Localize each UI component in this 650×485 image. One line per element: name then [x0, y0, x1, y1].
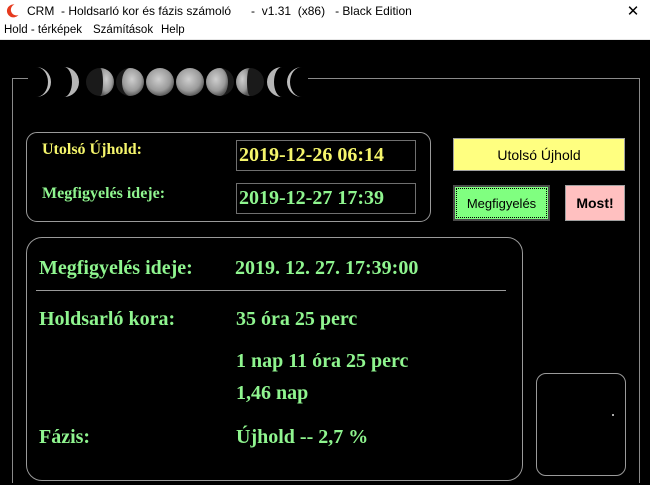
moon-phase-5: [146, 68, 174, 96]
title-bar: CRM - Holdsarló kor és fázis számoló - v…: [0, 0, 650, 22]
crescent-age-days-hours: 1 nap 11 óra 25 perc: [236, 350, 409, 372]
crescent-moon-icon: [6, 4, 19, 18]
crescent-age-label: Holdsarló kora:: [39, 308, 176, 330]
moon-phase-6: [176, 68, 204, 96]
outer-frame-edge: [639, 78, 640, 483]
moon-phase-9: [267, 67, 282, 97]
observation-label: Megfigyelés ideje:: [42, 185, 166, 202]
last-new-moon-field[interactable]: 2019-12-26 06:14: [236, 140, 416, 171]
result-observation-label: Megfigyelés ideje:: [39, 257, 193, 279]
moon-phase-2: [64, 67, 79, 97]
close-button[interactable]: ✕: [616, 0, 650, 22]
observation-button[interactable]: Megfigyelés: [453, 185, 550, 221]
moon-phase-10: [287, 67, 302, 97]
moon-phase-1: [36, 67, 51, 97]
moon-phases-strip: [28, 62, 308, 102]
result-observation-value: 2019. 12. 27. 17:39:00: [235, 257, 419, 279]
window-title: CRM - Holdsarló kor és fázis számoló - v…: [27, 4, 412, 18]
moon-image-box: [536, 373, 626, 476]
last-new-moon-label: Utolsó Újhold:: [42, 141, 143, 158]
observation-field[interactable]: 2019-12-27 17:39: [236, 183, 416, 214]
menu-calculations[interactable]: Számítások: [93, 24, 153, 36]
now-button[interactable]: Most!: [565, 185, 625, 221]
crescent-age-hours: 35 óra 25 perc: [236, 308, 358, 330]
phase-label: Fázis:: [39, 426, 91, 448]
last-new-moon-button[interactable]: Utolsó Újhold: [453, 138, 625, 171]
crescent-age-days: 1,46 nap: [236, 382, 309, 404]
moon-phase-8: [236, 68, 264, 96]
menu-help[interactable]: Help: [161, 24, 185, 36]
menu-bar: Hold - térképek Számítások Help: [0, 22, 650, 40]
moon-phase-3: [86, 68, 114, 96]
moon-image-dot: [612, 414, 614, 416]
observation-button-label: Megfigyelés: [456, 188, 547, 218]
moon-phase-4: [116, 68, 144, 96]
phase-value: Újhold -- 2,7 %: [236, 426, 369, 448]
menu-moon-maps[interactable]: Hold - térképek: [4, 24, 82, 36]
moon-phase-7: [206, 68, 234, 96]
results-divider: [36, 290, 506, 291]
